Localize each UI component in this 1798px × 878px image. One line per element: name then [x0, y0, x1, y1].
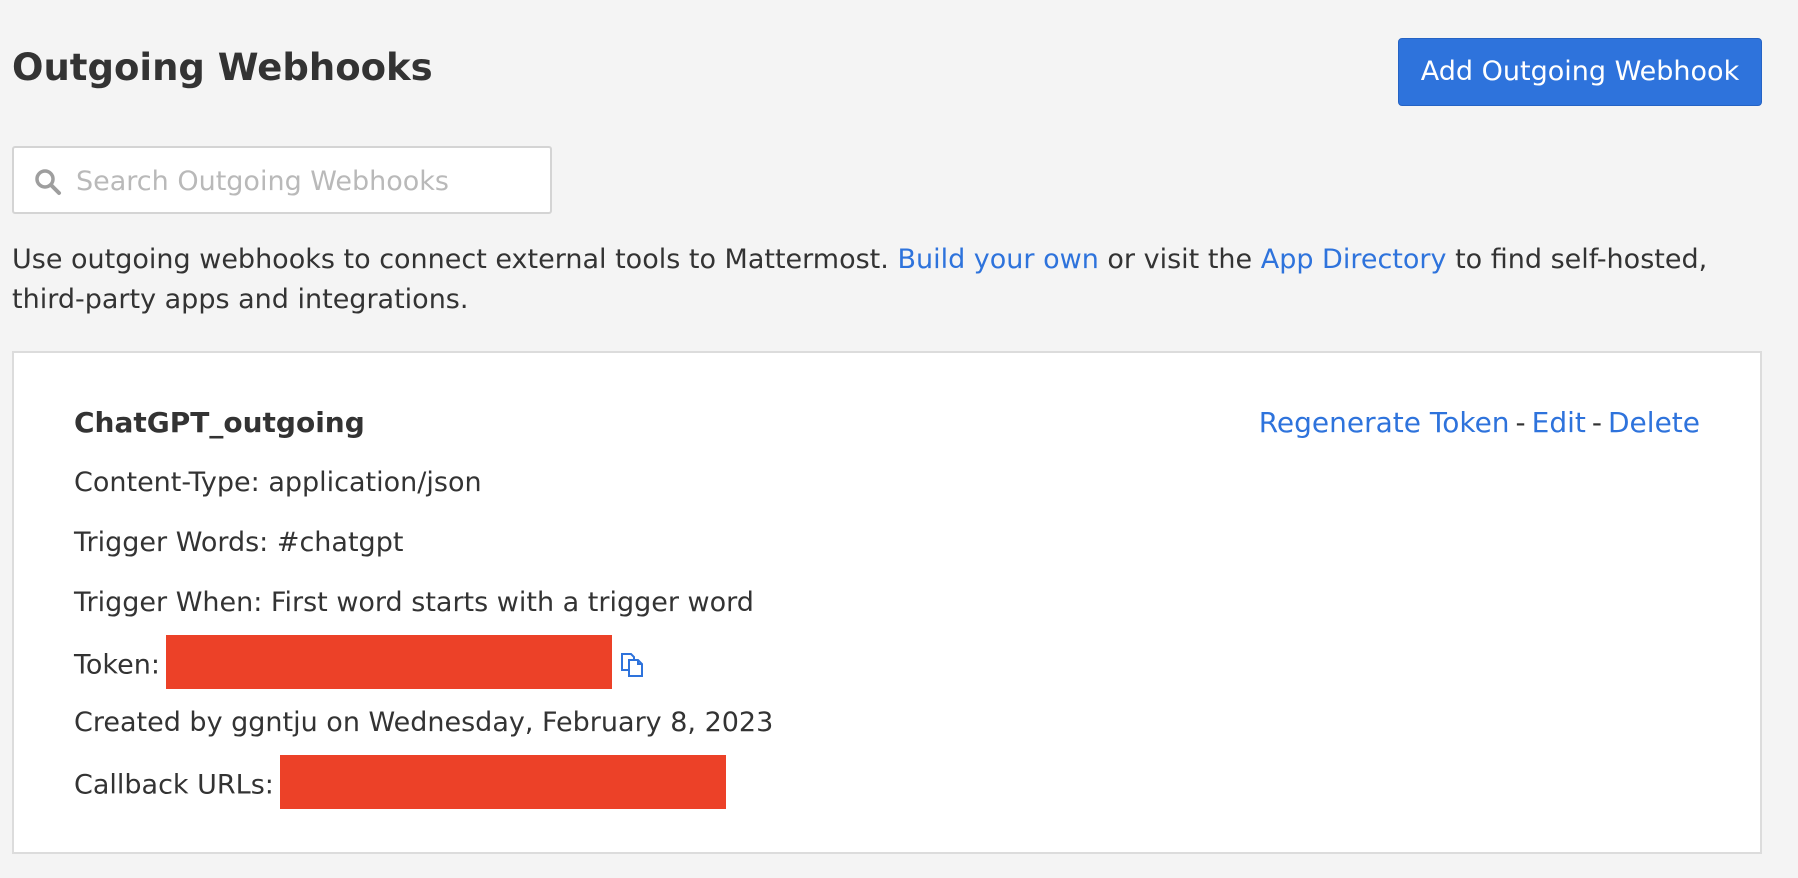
description-text: Use outgoing webhooks to connect externa…: [12, 240, 1772, 320]
description-text-middle: or visit the: [1098, 244, 1261, 275]
webhook-actions: Regenerate Token - Edit - Delete: [1259, 403, 1700, 443]
copy-icon[interactable]: [616, 648, 648, 680]
token-redaction: [165, 635, 612, 689]
action-separator: -: [1515, 406, 1526, 439]
content-type-row: Content-Type: application/json: [74, 467, 482, 498]
build-your-own-link[interactable]: Build your own: [897, 244, 1098, 275]
add-outgoing-webhook-button[interactable]: Add Outgoing Webhook: [1398, 38, 1762, 106]
created-row: Created by ggntju on Wednesday, February…: [74, 707, 774, 738]
regenerate-token-link[interactable]: Regenerate Token: [1259, 406, 1510, 439]
trigger-when-row: Trigger When: First word starts with a t…: [74, 587, 754, 618]
search-box[interactable]: [12, 146, 552, 214]
search-icon: [35, 169, 61, 195]
page-title: Outgoing Webhooks: [12, 46, 433, 89]
webhook-name: ChatGPT_outgoing: [74, 406, 365, 439]
token-row: Token:: [74, 635, 648, 689]
app-directory-link[interactable]: App Directory: [1261, 244, 1447, 275]
action-separator: -: [1591, 406, 1602, 439]
description-text-before: Use outgoing webhooks to connect externa…: [12, 244, 898, 275]
search-input[interactable]: [74, 148, 538, 214]
callback-urls-row: Callback URLs:: [74, 755, 726, 809]
outgoing-webhooks-page: Outgoing Webhooks Add Outgoing Webhook U…: [0, 0, 1798, 878]
token-label: Token:: [74, 649, 160, 681]
edit-link[interactable]: Edit: [1532, 406, 1586, 439]
trigger-words-row: Trigger Words: #chatgpt: [74, 527, 404, 558]
callback-urls-label: Callback URLs:: [74, 769, 274, 801]
callback-urls-redaction: [279, 755, 726, 809]
delete-link[interactable]: Delete: [1608, 406, 1700, 439]
webhook-card: ChatGPT_outgoing Regenerate Token - Edit - D…: [12, 351, 1762, 854]
